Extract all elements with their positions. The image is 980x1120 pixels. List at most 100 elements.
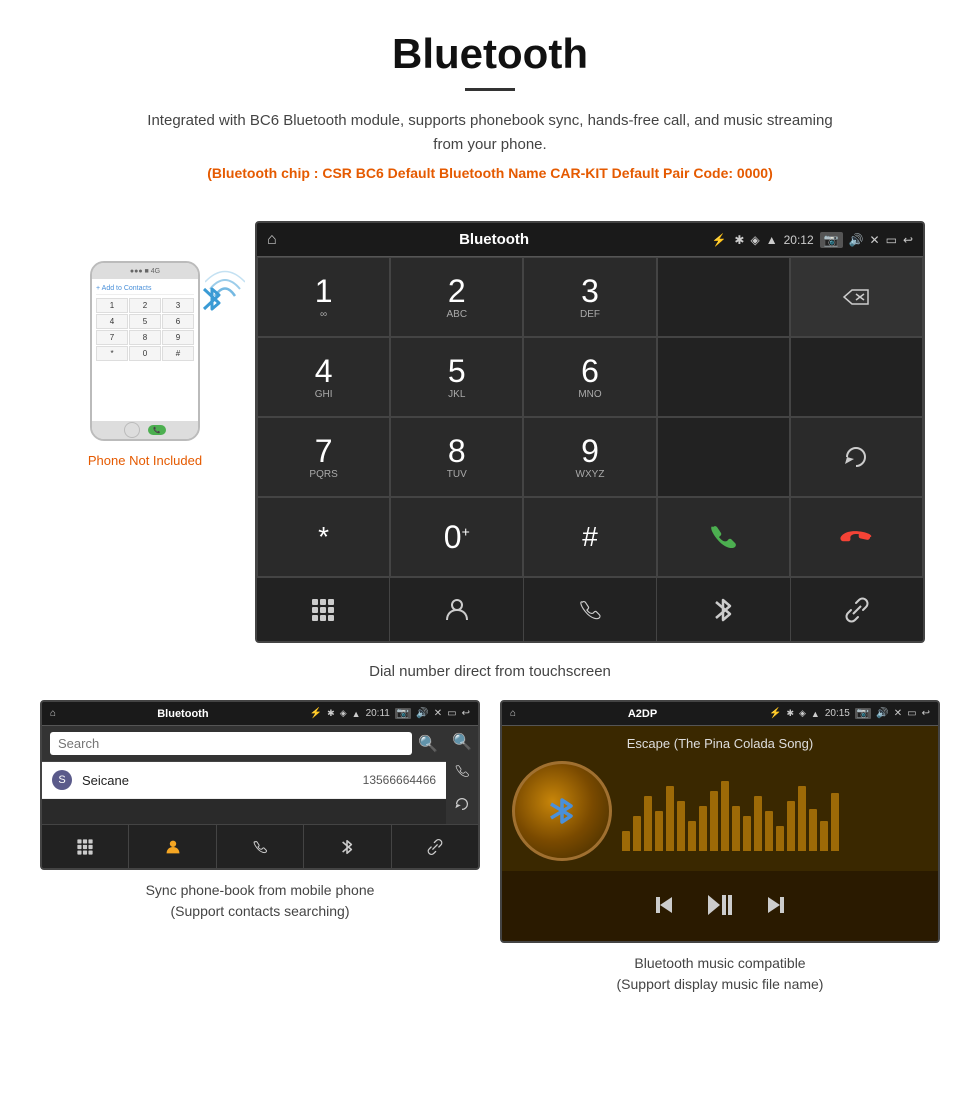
viz-bar [633, 816, 641, 851]
nav-bluetooth-icon[interactable] [657, 578, 790, 641]
viz-bar [765, 811, 773, 851]
dial-key-9[interactable]: 9WXYZ [523, 417, 656, 497]
contact-number: 13566664466 [363, 773, 436, 787]
phonebook-search-bar: 🔍 [42, 726, 446, 762]
pb-nav-bluetooth[interactable] [304, 825, 391, 868]
phonebook-content: 🔍 S Seicane 13566664466 🔍 [42, 726, 478, 824]
music-vol-icon[interactable]: 🔊 [876, 708, 888, 719]
play-pause-button[interactable] [706, 891, 734, 925]
camera-icon[interactable]: 📷 [820, 232, 843, 248]
dial-key-2[interactable]: 2ABC [390, 257, 523, 337]
volume-icon[interactable]: 🔊 [849, 233, 864, 247]
phonebook-item[interactable]: S Seicane 13566664466 [42, 762, 446, 799]
dial-key-4[interactable]: 4GHI [257, 337, 390, 417]
skip-next-icon [764, 893, 788, 917]
dial-key-3[interactable]: 3DEF [523, 257, 656, 337]
phone-key-3[interactable]: 3 [162, 298, 194, 313]
dial-key-star[interactable]: * [257, 497, 390, 577]
viz-bar [721, 781, 729, 851]
sync-side-icon[interactable] [453, 795, 471, 818]
dial-key-1[interactable]: 1∞ [257, 257, 390, 337]
phone-key-7[interactable]: 7 [96, 330, 128, 345]
phonebook-statusbar: ⌂ Bluetooth ⚡ ✱ ◈ ▲ 20:11 📷 🔊 ✕ ▭ ↩ [42, 702, 478, 726]
music-title: A2DP [521, 708, 764, 720]
music-close-icon[interactable]: ✕ [894, 708, 902, 719]
pb-sig-icon: ▲ [352, 709, 361, 719]
album-art [512, 761, 612, 861]
search-icon[interactable]: 🔍 [418, 732, 438, 755]
nav-dialpad-icon[interactable] [257, 578, 390, 641]
car-bottom-nav [257, 577, 923, 641]
phone-not-included-label: Phone Not Included [88, 453, 202, 468]
nav-contacts-icon[interactable] [390, 578, 523, 641]
music-window-icon[interactable]: ▭ [907, 708, 916, 719]
sync-icon [453, 795, 471, 813]
pb-cam-icon[interactable]: 📷 [395, 708, 411, 719]
back-icon[interactable]: ↩ [903, 233, 913, 247]
search-input[interactable] [50, 732, 412, 755]
phone-key-6[interactable]: 6 [162, 314, 194, 329]
dial-key-7[interactable]: 7PQRS [257, 417, 390, 497]
phone-key-0[interactable]: 0 [129, 346, 161, 361]
next-button[interactable] [764, 893, 788, 923]
phone-call-button[interactable]: 📞 [148, 425, 166, 435]
search-side-icon[interactable]: 🔍 [452, 732, 472, 752]
viz-bar [688, 821, 696, 851]
phone-side-icon[interactable] [453, 762, 471, 785]
viz-bar [831, 793, 839, 851]
viz-bar [677, 801, 685, 851]
pb-home-icon[interactable]: ⌂ [50, 708, 56, 719]
backspace-button[interactable] [790, 257, 923, 337]
empty-5 [790, 337, 923, 417]
music-home-icon[interactable]: ⌂ [510, 708, 516, 719]
pb-nav-phone[interactable] [217, 825, 304, 868]
dial-key-6[interactable]: 6MNO [523, 337, 656, 417]
nav-phone-icon[interactable] [524, 578, 657, 641]
prev-button[interactable] [652, 893, 676, 923]
phone-call-icon [453, 762, 471, 780]
phonebook-caption: Sync phone-book from mobile phone(Suppor… [146, 880, 375, 922]
phonebook-main: 🔍 S Seicane 13566664466 [42, 726, 446, 824]
dial-key-0[interactable]: 0+ [390, 497, 523, 577]
dial-key-8[interactable]: 8TUV [390, 417, 523, 497]
pb-nav-link[interactable] [392, 825, 478, 868]
phone-key-hash[interactable]: # [162, 346, 194, 361]
pb-close-icon[interactable]: ✕ [434, 708, 442, 719]
music-visualizer [622, 771, 928, 851]
phone-key-4[interactable]: 4 [96, 314, 128, 329]
pb-window-icon[interactable]: ▭ [447, 708, 456, 719]
phone-key-5[interactable]: 5 [129, 314, 161, 329]
reload-button[interactable] [790, 417, 923, 497]
pb-nav-contacts[interactable] [129, 825, 216, 868]
display-area [657, 257, 790, 337]
call-red-button[interactable] [790, 497, 923, 577]
phone-key-star[interactable]: * [96, 346, 128, 361]
viz-bar [809, 809, 817, 851]
music-back-icon[interactable]: ↩ [922, 708, 930, 719]
page-description: Integrated with BC6 Bluetooth module, su… [140, 109, 840, 157]
phone-add-contacts: + Add to Contacts [96, 283, 194, 295]
viz-bar [787, 801, 795, 851]
pb-vol-icon[interactable]: 🔊 [416, 708, 428, 719]
pb-nav-grid[interactable] [42, 825, 129, 868]
phone-nav-icon [251, 838, 269, 856]
nav-link-icon[interactable] [791, 578, 923, 641]
phone-key-8[interactable]: 8 [129, 330, 161, 345]
dial-key-5[interactable]: 5JKL [390, 337, 523, 417]
phone-key-2[interactable]: 2 [129, 298, 161, 313]
dial-key-hash[interactable]: # [523, 497, 656, 577]
grid-nav-icon [76, 838, 94, 856]
status-icons: ✱ ◈ ▲ 20:12 📷 🔊 ✕ ▭ ↩ [734, 232, 913, 248]
phone-key-9[interactable]: 9 [162, 330, 194, 345]
pb-back-icon[interactable]: ↩ [462, 708, 470, 719]
phonebook-card: ⌂ Bluetooth ⚡ ✱ ◈ ▲ 20:11 📷 🔊 ✕ ▭ ↩ 🔍 [40, 700, 480, 995]
window-icon[interactable]: ▭ [886, 233, 897, 247]
bt-nav-icon [340, 837, 354, 857]
home-icon[interactable]: ⌂ [267, 231, 277, 249]
call-red-icon [838, 519, 874, 555]
phone-key-1[interactable]: 1 [96, 298, 128, 313]
music-cam-icon[interactable]: 📷 [855, 708, 871, 719]
viz-bar [754, 796, 762, 851]
call-green-button[interactable] [657, 497, 790, 577]
close-icon[interactable]: ✕ [870, 233, 880, 247]
